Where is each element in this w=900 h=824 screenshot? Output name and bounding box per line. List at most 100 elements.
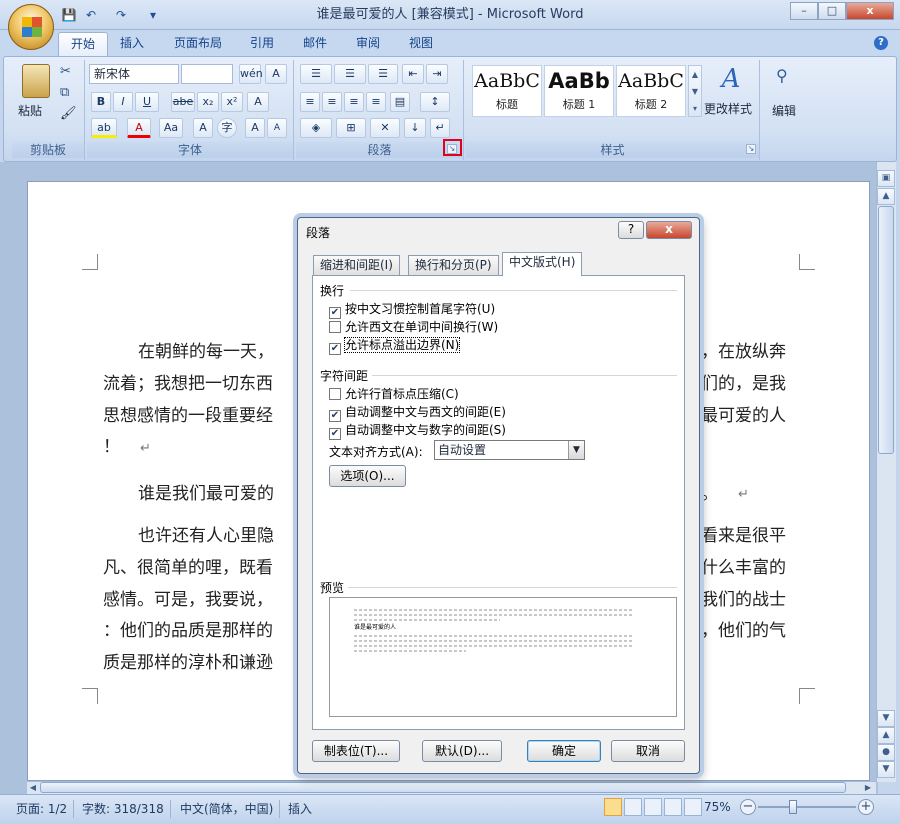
scroll-up-icon[interactable]: ▲ xyxy=(877,188,895,205)
font-color-button[interactable]: A xyxy=(127,118,151,138)
option-latin-word-wrap[interactable]: 允许西文在单词中间换行(W) xyxy=(329,318,498,335)
font-name-combo[interactable]: 新宋体 xyxy=(89,64,179,84)
next-page-icon[interactable]: ▼ xyxy=(877,761,895,778)
zoom-in-icon[interactable]: + xyxy=(858,799,874,815)
line-spacing-icon[interactable]: ↕ xyxy=(420,92,450,112)
borders-icon[interactable]: ⊞ xyxy=(336,118,366,138)
editing-button[interactable]: 编辑 xyxy=(772,102,796,119)
zoom-slider-thumb[interactable] xyxy=(789,800,798,814)
tab-references[interactable]: 引用 xyxy=(238,32,286,56)
bullets-icon[interactable]: ☰ xyxy=(300,64,332,84)
align-left-icon[interactable]: ≡ xyxy=(300,92,320,112)
tab-insert[interactable]: 插入 xyxy=(108,32,156,56)
change-case-button[interactable]: Aa xyxy=(159,118,183,138)
scroll-right-icon[interactable]: ▶ xyxy=(862,781,874,794)
ok-button[interactable]: 确定 xyxy=(527,740,601,762)
shading-icon[interactable]: ◈ xyxy=(300,118,332,138)
office-button[interactable] xyxy=(8,4,54,50)
superscript-button[interactable]: x² xyxy=(221,92,243,112)
save-icon[interactable]: 💾 xyxy=(60,6,78,24)
text-align-select[interactable]: 自动设置 ▼ xyxy=(434,440,585,460)
shrink-font-button[interactable]: A xyxy=(267,118,287,138)
dialog-help-button[interactable]: ? xyxy=(618,221,644,239)
justify-icon[interactable]: ≡ xyxy=(366,92,386,112)
browse-object-icon[interactable]: ● xyxy=(877,744,895,761)
chinese-layout-icon[interactable]: ✕ xyxy=(370,118,400,138)
help-icon[interactable]: ? xyxy=(874,36,888,50)
full-screen-reading-icon[interactable] xyxy=(624,798,642,816)
checkbox[interactable]: ✔ xyxy=(329,343,341,355)
font-size-combo[interactable] xyxy=(181,64,233,84)
subscript-button[interactable]: x₂ xyxy=(197,92,219,112)
tab-home[interactable]: 开始 xyxy=(58,32,109,56)
change-styles-button[interactable]: 更改样式 xyxy=(704,100,752,117)
maximize-button[interactable]: □ xyxy=(818,2,846,20)
option-first-last-chars[interactable]: ✔ 按中文习惯控制首尾字符(U) xyxy=(329,300,495,319)
print-layout-view-icon[interactable] xyxy=(604,798,622,816)
increase-indent-icon[interactable]: ⇥ xyxy=(426,64,448,84)
options-button[interactable]: 选项(O)... xyxy=(329,465,406,487)
tab-mailings[interactable]: 邮件 xyxy=(291,32,339,56)
tabs-button[interactable]: 制表位(T)... xyxy=(312,740,400,762)
checkbox[interactable] xyxy=(329,321,341,333)
scroll-thumb[interactable] xyxy=(878,206,894,454)
status-page[interactable]: 页面: 1/2 xyxy=(10,800,75,818)
option-space-asian-number[interactable]: ✔ 自动调整中文与数字的间距(S) xyxy=(329,421,506,440)
option-space-asian-latin[interactable]: ✔ 自动调整中文与西文的间距(E) xyxy=(329,403,506,422)
redo-icon[interactable]: ↷ xyxy=(112,6,130,24)
scroll-down-icon[interactable]: ▼ xyxy=(877,710,895,727)
paste-label[interactable]: 粘贴 xyxy=(18,102,42,119)
clear-formatting-button[interactable]: A xyxy=(247,92,269,112)
format-painter-icon[interactable]: 🖌 xyxy=(60,106,77,121)
zoom-slider-track[interactable] xyxy=(758,806,856,808)
tab-review[interactable]: 审阅 xyxy=(344,32,392,56)
status-language[interactable]: 中文(简体，中国) xyxy=(174,800,281,818)
dialog-tab-indents[interactable]: 缩进和间距(I) xyxy=(313,255,400,275)
web-layout-icon[interactable] xyxy=(644,798,662,816)
styles-dialog-launcher-icon[interactable]: ↘ xyxy=(746,144,756,154)
cut-icon[interactable]: ✂ xyxy=(60,64,71,79)
phonetic-guide-button[interactable]: wén xyxy=(239,64,263,84)
draft-view-icon[interactable] xyxy=(684,798,702,816)
char-border-button[interactable]: A xyxy=(265,64,287,84)
zoom-out-icon[interactable]: − xyxy=(740,799,756,815)
close-button[interactable]: x xyxy=(846,2,894,20)
style-tile-heading-2[interactable]: AaBbC 标题 2 xyxy=(616,65,686,117)
undo-icon[interactable]: ↶ xyxy=(82,6,100,24)
underline-button[interactable]: U xyxy=(135,92,159,112)
distributed-icon[interactable]: ▤ xyxy=(390,92,410,112)
outline-view-icon[interactable] xyxy=(664,798,682,816)
copy-icon[interactable]: ⧉ xyxy=(60,85,69,100)
prev-page-icon[interactable]: ▲ xyxy=(877,727,895,744)
bold-button[interactable]: B xyxy=(91,92,111,112)
show-marks-icon[interactable]: ↵ xyxy=(430,118,450,138)
option-compress-punctuation[interactable]: 允许行首标点压缩(C) xyxy=(329,385,459,402)
dialog-close-button[interactable]: x xyxy=(646,221,692,239)
style-tile-heading-1[interactable]: AaBb 标题 1 xyxy=(544,65,614,117)
styles-scroll-icon[interactable]: ▲ ▼ ▾ xyxy=(688,65,702,117)
highlight-button[interactable]: ab xyxy=(91,118,117,138)
zoom-level[interactable]: 75% xyxy=(704,800,731,814)
decrease-indent-icon[interactable]: ⇤ xyxy=(402,64,424,84)
sort-icon[interactable]: ↓ xyxy=(404,118,426,138)
scroll-left-icon[interactable]: ◀ xyxy=(27,781,39,794)
italic-button[interactable]: I xyxy=(113,92,133,112)
option-hanging-punctuation[interactable]: ✔ 允许标点溢出边界(N) xyxy=(329,336,461,355)
multilevel-list-icon[interactable]: ☰ xyxy=(368,64,398,84)
grow-font-button[interactable]: A xyxy=(245,118,265,138)
default-button[interactable]: 默认(D)... xyxy=(422,740,502,762)
customize-qat-icon[interactable]: ▾ xyxy=(144,6,162,24)
align-right-icon[interactable]: ≡ xyxy=(344,92,364,112)
char-shading-button[interactable]: A xyxy=(193,118,213,138)
tab-view[interactable]: 视图 xyxy=(397,32,445,56)
tab-page-layout[interactable]: 页面布局 xyxy=(162,32,234,56)
status-word-count[interactable]: 字数: 318/318 xyxy=(76,800,171,818)
strikethrough-button[interactable]: abe xyxy=(171,92,195,112)
style-tile-heading[interactable]: AaBbC 标题 xyxy=(472,65,542,117)
checkbox[interactable]: ✔ xyxy=(329,428,341,440)
status-insert-mode[interactable]: 插入 xyxy=(282,800,318,818)
numbering-icon[interactable]: ☰ xyxy=(334,64,366,84)
checkbox[interactable] xyxy=(329,388,341,400)
hscroll-thumb[interactable] xyxy=(40,782,846,793)
cancel-button[interactable]: 取消 xyxy=(611,740,685,762)
